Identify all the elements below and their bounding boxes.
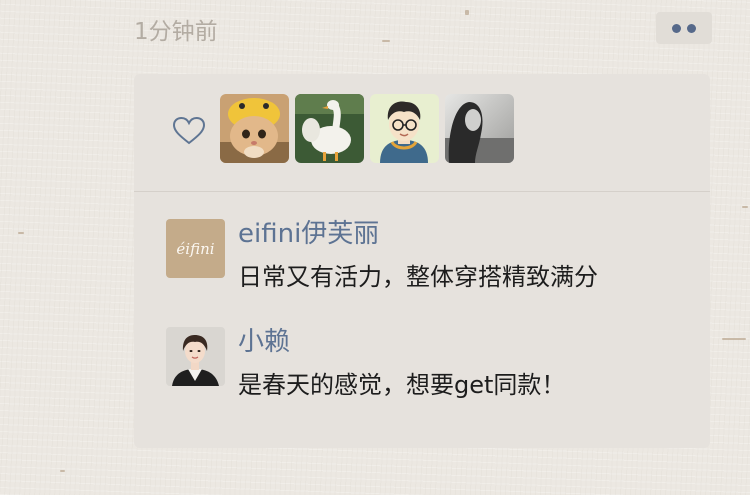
commenter-avatar[interactable]: éifini <box>166 219 225 278</box>
more-dots-icon <box>672 23 681 33</box>
paper-texture-fleck <box>742 206 748 208</box>
paper-texture-fleck <box>465 10 469 15</box>
avatar-white-geese[interactable] <box>295 94 364 163</box>
paper-texture-fleck <box>382 40 390 42</box>
commenter-name[interactable]: 小赖 <box>238 321 290 358</box>
heart-outline-icon <box>172 116 206 145</box>
commenter-name[interactable]: eifini伊芙丽 <box>238 213 379 250</box>
avatar-girl-monochrome[interactable] <box>445 94 514 163</box>
comment-text: 是春天的感觉，想要get同款！ <box>238 371 566 399</box>
likes-row <box>134 74 710 191</box>
commenter-avatar[interactable] <box>166 327 225 386</box>
section-divider <box>134 191 710 192</box>
avatar-cartoon-boy-glasses[interactable] <box>370 94 439 163</box>
paper-texture-fleck <box>18 232 24 234</box>
interaction-card: éifini eifini伊芙丽 日常又有活力，整体穿搭精致满分 小赖 是春天的… <box>134 74 710 448</box>
paper-texture-fleck <box>722 338 746 340</box>
avatar-cat-in-duck-hat[interactable] <box>220 94 289 163</box>
eifini-logo: éifini <box>166 219 225 278</box>
comment-text: 日常又有活力，整体穿搭精致满分 <box>238 263 598 291</box>
paper-texture-fleck <box>60 470 65 472</box>
liker-avatars <box>220 94 514 163</box>
post-timestamp: 1分钟前 <box>134 19 218 45</box>
more-dots-icon <box>687 23 696 33</box>
more-actions-button[interactable] <box>656 12 712 44</box>
